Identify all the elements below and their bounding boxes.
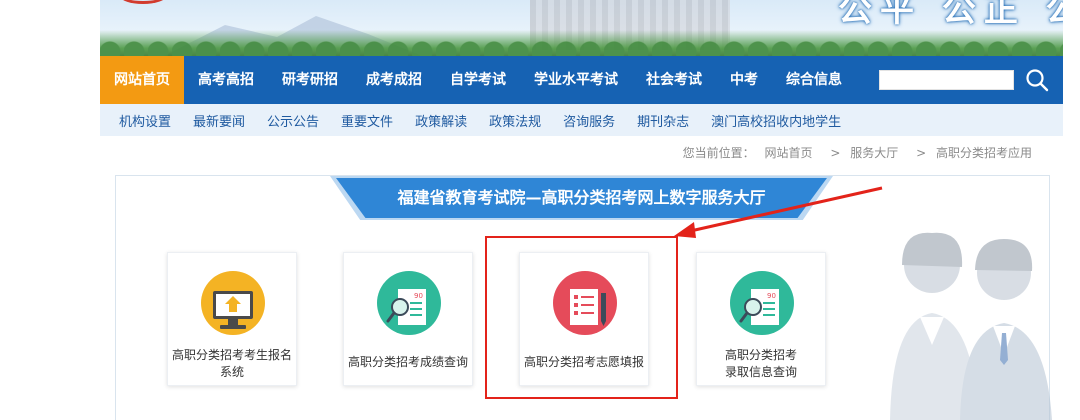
admission-search-icon: 90 bbox=[739, 289, 779, 325]
sub-nav: 机构设置 最新要闻 公示公告 重要文件 政策解读 政策法规 咨询服务 期刊杂志 … bbox=[100, 104, 1063, 136]
nav-item-gaokao[interactable]: 高考高招 bbox=[184, 56, 268, 104]
breadcrumb: 您当前位置： 网站首页 > 服务大厅 > 高职分类招考应用 bbox=[677, 144, 1032, 161]
nav-item-yankao[interactable]: 研考研招 bbox=[268, 56, 352, 104]
subnav-item-yaowen[interactable]: 最新要闻 bbox=[182, 111, 256, 130]
search-icon[interactable] bbox=[1024, 67, 1050, 93]
highlight-box bbox=[485, 236, 678, 399]
subnav-item-fagui[interactable]: 政策法规 bbox=[478, 111, 552, 130]
breadcrumb-prefix: 您当前位置： bbox=[682, 146, 755, 160]
banner-trees-image bbox=[100, 30, 1063, 56]
subnav-item-jiedu[interactable]: 政策解读 bbox=[404, 111, 478, 130]
breadcrumb-item-current: 高职分类招考应用 bbox=[935, 146, 1032, 160]
header-banner: 公平 公正 公开 bbox=[100, 0, 1063, 56]
score-report-search-icon: 90 bbox=[386, 289, 426, 325]
card-admission-query[interactable]: 90 高职分类招考录取信息查询 bbox=[696, 252, 826, 386]
customer-service-mascots-image bbox=[890, 232, 1052, 420]
nav-item-zonghe[interactable]: 综合信息 bbox=[772, 56, 856, 104]
breadcrumb-item-home[interactable]: 网站首页 bbox=[765, 146, 813, 160]
card-score-query[interactable]: 90 高职分类招考成绩查询 bbox=[343, 252, 473, 386]
breadcrumb-separator: > bbox=[830, 146, 841, 160]
nav-item-zixue[interactable]: 自学考试 bbox=[436, 56, 520, 104]
nav-item-chengkao[interactable]: 成考成招 bbox=[352, 56, 436, 104]
subnav-item-wenjian[interactable]: 重要文件 bbox=[330, 111, 404, 130]
main-nav: 网站首页 高考高招 研考研招 成考成招 自学考试 学业水平考试 社会考试 中考 … bbox=[100, 56, 1063, 104]
card-registration-system[interactable]: 高职分类招考考生报名系统 bbox=[167, 252, 297, 386]
svg-text:90: 90 bbox=[767, 292, 776, 300]
nav-item-home[interactable]: 网站首页 bbox=[100, 56, 184, 104]
nav-item-shehui[interactable]: 社会考试 bbox=[632, 56, 716, 104]
card-label: 高职分类招考考生报名系统 bbox=[171, 348, 292, 379]
computer-upload-icon bbox=[213, 291, 253, 329]
card-label: 高职分类招考录取信息查询 bbox=[724, 348, 797, 379]
svg-text:90: 90 bbox=[414, 292, 423, 300]
search-input[interactable] bbox=[879, 70, 1014, 90]
card-label: 高职分类招考成绩查询 bbox=[347, 355, 468, 369]
breadcrumb-separator: > bbox=[916, 146, 927, 160]
subnav-item-jigou[interactable]: 机构设置 bbox=[108, 111, 182, 130]
subnav-item-gonggao[interactable]: 公示公告 bbox=[256, 111, 330, 130]
annotation-arrow-icon bbox=[674, 186, 883, 238]
nav-item-xueye[interactable]: 学业水平考试 bbox=[520, 56, 632, 104]
subnav-item-zixun[interactable]: 咨询服务 bbox=[552, 111, 626, 130]
breadcrumb-item-hall[interactable]: 服务大厅 bbox=[850, 146, 898, 160]
subnav-item-qikan[interactable]: 期刊杂志 bbox=[626, 111, 700, 130]
banner-slogan: 公平 公正 公开 bbox=[838, 0, 1063, 30]
nav-item-zhongkao[interactable]: 中考 bbox=[716, 56, 772, 104]
subnav-item-aomen[interactable]: 澳门高校招收内地学生 bbox=[700, 111, 852, 130]
